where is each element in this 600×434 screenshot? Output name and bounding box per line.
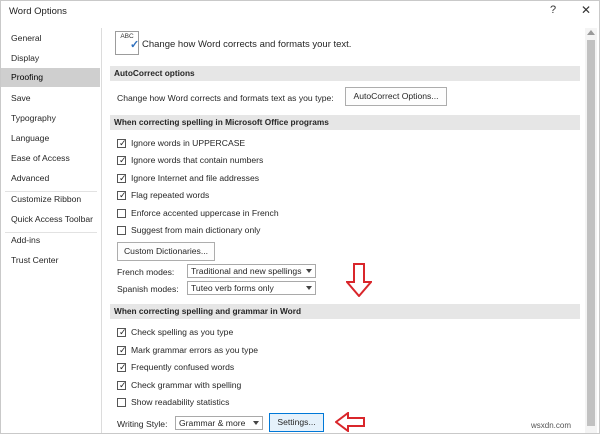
- checkmark-icon: ✓: [119, 380, 127, 390]
- section-word-spelling: When correcting spelling and grammar in …: [110, 304, 580, 319]
- ignore-numbers-checkbox[interactable]: ✓: [117, 155, 127, 165]
- check-spelling-label[interactable]: Check spelling as you type: [131, 327, 233, 337]
- french-modes-label: French modes:: [117, 267, 175, 277]
- check-spelling-checkbox[interactable]: ✓: [117, 327, 127, 337]
- custom-dictionaries-button[interactable]: Custom Dictionaries...: [117, 242, 215, 261]
- sidebar-item-save[interactable]: Save: [1, 89, 100, 108]
- watermark: wsxdn.com: [531, 421, 572, 430]
- confused-words-checkbox[interactable]: ✓: [117, 362, 127, 372]
- ignore-uppercase-label[interactable]: Ignore words in UPPERCASE: [131, 138, 245, 148]
- enforce-french-label[interactable]: Enforce accented uppercase in French: [131, 208, 279, 218]
- writing-style-label: Writing Style:: [117, 419, 168, 429]
- mark-grammar-checkbox[interactable]: ✓: [117, 345, 127, 355]
- word-options-dialog: Word Options ? ✕ General Display Proofin…: [0, 0, 600, 434]
- flag-repeated-checkbox[interactable]: ✓: [117, 190, 127, 200]
- main-dictionary-label[interactable]: Suggest from main dictionary only: [131, 225, 260, 235]
- check-grammar-checkbox[interactable]: ✓: [117, 380, 127, 390]
- ignore-internet-label[interactable]: Ignore Internet and file addresses: [131, 173, 259, 183]
- sidebar-item-language[interactable]: Language: [1, 129, 100, 148]
- close-button[interactable]: ✕: [579, 3, 593, 17]
- grammar-settings-button[interactable]: Settings...: [269, 413, 324, 432]
- main-dictionary-checkbox[interactable]: [117, 226, 126, 235]
- sidebar-item-advanced[interactable]: Advanced: [1, 169, 100, 188]
- flag-repeated-label[interactable]: Flag repeated words: [131, 190, 209, 200]
- checkmark-icon: ✓: [119, 362, 127, 372]
- writing-style-value: Grammar & more: [179, 418, 246, 428]
- autocorrect-description: Change how Word corrects and formats tex…: [117, 93, 334, 103]
- dropdown-arrow-icon: [253, 421, 259, 425]
- checkmark-icon: ✓: [119, 327, 127, 337]
- help-button[interactable]: ?: [546, 4, 560, 16]
- sidebar-item-customize-ribbon[interactable]: Customize Ribbon: [1, 190, 100, 209]
- scrollbar-thumb[interactable]: [587, 40, 595, 426]
- sidebar-item-proofing[interactable]: Proofing: [1, 68, 100, 87]
- checkmark-icon: ✓: [119, 155, 127, 165]
- section-office-spelling: When correcting spelling in Microsoft Of…: [110, 115, 580, 130]
- ignore-internet-checkbox[interactable]: ✓: [117, 173, 127, 183]
- autocorrect-options-button[interactable]: AutoCorrect Options...: [345, 87, 447, 106]
- french-modes-select[interactable]: Traditional and new spellings: [187, 264, 316, 278]
- spanish-modes-value: Tuteo verb forms only: [191, 283, 274, 293]
- spanish-modes-select[interactable]: Tuteo verb forms only: [187, 281, 316, 295]
- mark-grammar-label[interactable]: Mark grammar errors as you type: [131, 345, 258, 355]
- panel-description: Change how Word corrects and formats you…: [142, 39, 352, 50]
- confused-words-label[interactable]: Frequently confused words: [131, 362, 234, 372]
- french-modes-value: Traditional and new spellings: [191, 266, 302, 276]
- title-bar: Word Options ? ✕: [1, 1, 599, 25]
- check-icon: ✓: [130, 39, 140, 51]
- ignore-numbers-label[interactable]: Ignore words that contain numbers: [131, 155, 263, 165]
- checkmark-icon: ✓: [119, 345, 127, 355]
- enforce-french-checkbox[interactable]: [117, 209, 126, 218]
- window-title: Word Options: [9, 6, 67, 17]
- dropdown-arrow-icon: [306, 286, 312, 290]
- sidebar-item-display[interactable]: Display: [1, 49, 100, 68]
- check-grammar-label[interactable]: Check grammar with spelling: [131, 380, 241, 390]
- proofing-abc-icon: ABC ✓: [115, 31, 139, 55]
- section-autocorrect-options: AutoCorrect options: [110, 66, 580, 81]
- red-down-arrow-icon: [346, 263, 372, 297]
- red-left-arrow-icon: [335, 412, 365, 432]
- checkmark-icon: ✓: [119, 173, 127, 183]
- sidebar: General Display Proofing Save Typography…: [1, 28, 102, 433]
- sidebar-item-general[interactable]: General: [1, 29, 100, 48]
- spanish-modes-label: Spanish modes:: [117, 284, 179, 294]
- sidebar-item-add-ins[interactable]: Add-ins: [1, 231, 100, 250]
- sidebar-item-typography[interactable]: Typography: [1, 109, 100, 128]
- checkmark-icon: ✓: [119, 190, 127, 200]
- vertical-scrollbar[interactable]: [585, 28, 597, 433]
- sidebar-item-ease-of-access[interactable]: Ease of Access: [1, 149, 100, 168]
- proofing-panel: ABC ✓ Change how Word corrects and forma…: [102, 28, 582, 433]
- scroll-up-arrow-icon[interactable]: [587, 30, 595, 35]
- sidebar-item-quick-access-toolbar[interactable]: Quick Access Toolbar: [1, 210, 100, 229]
- dropdown-arrow-icon: [306, 269, 312, 273]
- readability-label[interactable]: Show readability statistics: [131, 397, 229, 407]
- ignore-uppercase-checkbox[interactable]: ✓: [117, 138, 127, 148]
- writing-style-select[interactable]: Grammar & more: [175, 416, 263, 430]
- sidebar-item-trust-center[interactable]: Trust Center: [1, 251, 100, 270]
- checkmark-icon: ✓: [119, 138, 127, 148]
- readability-checkbox[interactable]: [117, 398, 126, 407]
